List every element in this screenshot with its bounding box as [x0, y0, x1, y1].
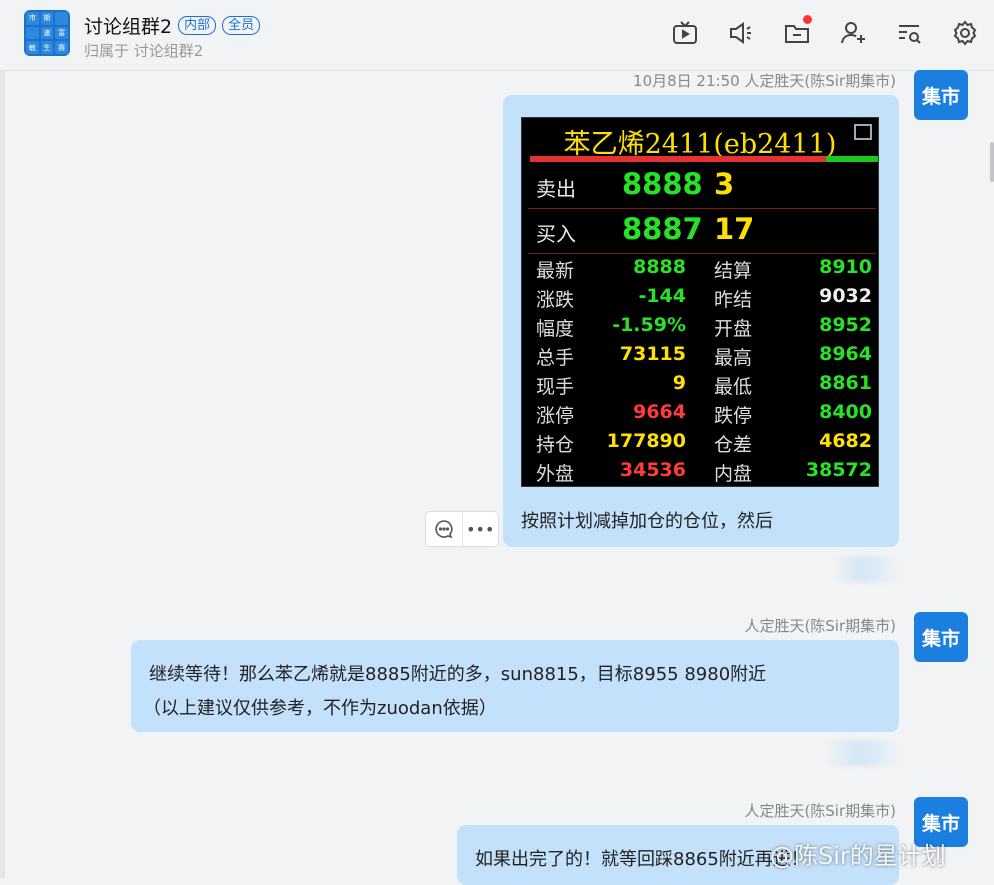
sender-avatar[interactable]: 集市	[914, 612, 968, 662]
group-title[interactable]: 讨论组群2	[84, 12, 172, 39]
folder-icon[interactable]	[782, 15, 812, 48]
settings-icon[interactable]	[950, 18, 980, 48]
avatar-cell: 市	[26, 12, 39, 25]
quote-row: 现手 9 最低 8861	[536, 372, 872, 401]
comment-icon[interactable]	[426, 512, 463, 546]
sender-avatar[interactable]: 集市	[914, 70, 968, 120]
quote-value: 38572	[805, 459, 872, 481]
quote-row: 总手 73115 最高 8964	[536, 343, 872, 372]
quote-label: 昨结	[714, 289, 753, 311]
message-actions: •••	[425, 511, 499, 547]
quote-label: 总手	[536, 347, 575, 369]
avatar-cell: 期	[40, 12, 54, 25]
quote-row: 最新 8888 结算 8910	[536, 256, 872, 285]
toolbar	[670, 15, 980, 48]
sell-label: 卖出	[536, 177, 576, 201]
sell-volume: 3	[714, 167, 735, 201]
more-button[interactable]: •••	[463, 512, 499, 546]
quote-row: 涨跌 -144 昨结 9032	[536, 285, 872, 314]
sell-row: 卖出 8888 3	[528, 164, 876, 209]
quote-value: 8400	[819, 401, 872, 423]
quote-label: 涨跌	[536, 289, 575, 311]
quote-row: 幅度 -1.59% 开盘 8952	[536, 314, 872, 343]
chat-header: 市 期 速 富 敏 生 赛 讨论组群2 内部 全员 归属于 讨论组群2	[0, 0, 994, 71]
quote-value: 8910	[819, 256, 872, 278]
quote-label: 最高	[714, 347, 753, 369]
left-panel-edge	[0, 70, 5, 878]
quote-label: 开盘	[714, 318, 753, 340]
quote-value: 4682	[819, 430, 872, 452]
quote-label: 最新	[536, 260, 575, 282]
message-meta: 10月8日 21:50 人定胜天(陈Sir期集市)	[633, 72, 896, 90]
quote-value: 8952	[819, 314, 872, 336]
quote-label: 最低	[714, 376, 753, 398]
blurred-read-status	[825, 740, 899, 766]
message-meta: 人定胜天(陈Sir期集市)	[744, 802, 896, 820]
avatar-cell: 速	[40, 26, 54, 40]
tag-all-members: 全员	[222, 16, 261, 35]
quote-value: 177890	[606, 430, 686, 452]
quote-value: -1.59%	[612, 314, 686, 336]
search-list-icon[interactable]	[894, 18, 924, 48]
quote-label: 结算	[714, 260, 753, 282]
notification-dot	[803, 15, 812, 24]
tv-icon[interactable]	[670, 18, 700, 48]
watermark: @陈Sir的星计划	[770, 842, 946, 870]
quote-value: 8861	[819, 372, 872, 394]
quote-label: 仓差	[714, 434, 753, 456]
quote-row: 持仓 177890 仓差 4682	[536, 430, 872, 459]
quote-label: 持仓	[536, 434, 575, 456]
buy-label: 买入	[536, 222, 576, 246]
avatar-cell: 生	[40, 41, 54, 54]
message-text: 继续等待！那么苯乙烯就是8885附近的多，sun8815，目标8955 8980…	[149, 664, 767, 685]
group-avatar[interactable]: 市 期 速 富 敏 生 赛	[24, 10, 70, 56]
quote-value: 9032	[819, 285, 872, 307]
buy-row: 买入 8887 17	[528, 209, 876, 254]
add-user-icon[interactable]	[838, 18, 868, 48]
avatar-cell: 赛	[55, 41, 68, 54]
tag-internal: 内部	[178, 16, 217, 35]
message-caption: 按照计划减掉加仓的仓位，然后	[521, 511, 773, 532]
group-subtitle: 归属于 讨论组群2	[84, 42, 204, 60]
buy-price: 8887	[622, 212, 703, 246]
avatar-cell	[26, 26, 39, 40]
quote-label: 幅度	[536, 318, 575, 340]
quote-label: 跌停	[714, 405, 753, 427]
quote-label: 内盘	[714, 463, 753, 485]
message-text: 如果出完了的！就等回踩8865附近再进！	[475, 849, 809, 870]
quote-value: 34536	[619, 459, 686, 481]
quote-value: 73115	[619, 343, 686, 365]
avatar-cell: 敏	[26, 41, 39, 54]
avatar-cell: 富	[55, 26, 68, 40]
blurred-read-status	[833, 556, 899, 582]
buy-volume: 17	[714, 212, 755, 246]
quote-label: 外盘	[536, 463, 575, 485]
sell-price: 8888	[622, 167, 703, 201]
quote-value: -144	[638, 285, 686, 307]
quote-value: 8964	[819, 343, 872, 365]
quote-label: 现手	[536, 376, 575, 398]
quote-row: 外盘 34536 内盘 38572	[536, 459, 872, 488]
quote-value: 8888	[633, 256, 686, 278]
window-box-icon	[854, 124, 872, 140]
quote-red-bar	[530, 156, 826, 162]
quote-screenshot[interactable]: 苯乙烯2411(eb2411) 卖出 8888 3 买入 8887 17 最新 8…	[521, 117, 879, 487]
quote-row: 涨停 9664 跌停 8400	[536, 401, 872, 430]
message-text: （以上建议仅供参考，不作为zuodan依据）	[143, 698, 497, 719]
volume-icon[interactable]	[726, 18, 756, 48]
scrollbar-thumb[interactable]	[990, 142, 994, 182]
quote-green-bar	[826, 156, 878, 162]
avatar-cell	[55, 12, 68, 25]
quote-value: 9	[672, 372, 686, 394]
message-bubble[interactable]: 继续等待！那么苯乙烯就是8885附近的多，sun8815，目标8955 8980…	[131, 640, 899, 732]
message-meta: 人定胜天(陈Sir期集市)	[744, 617, 896, 635]
quote-label: 涨停	[536, 405, 575, 427]
quote-value: 9664	[633, 401, 686, 423]
group-title-row: 讨论组群2 内部 全员	[84, 12, 261, 39]
